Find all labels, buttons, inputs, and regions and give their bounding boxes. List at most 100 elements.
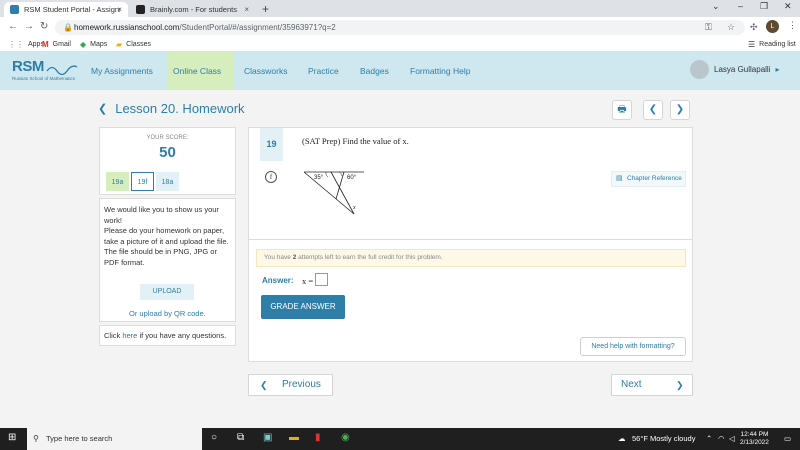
answer-variable: x = [302,276,314,286]
nav-classworks[interactable]: Classworks [238,52,293,90]
attempts-notice: You have 2 attempts left to earn the ful… [256,249,686,267]
weather-icon[interactable]: ☁ [618,434,626,443]
bookmark-maps[interactable]: ◆ Maps [80,40,107,49]
back-icon[interactable]: ← [8,21,18,32]
extensions-icon[interactable]: ✣ [750,22,758,33]
weather-text[interactable]: 56°F Mostly cloudy [632,434,695,443]
nav-online-class[interactable]: Online Class [167,52,234,90]
nav-practice[interactable]: Practice [302,52,345,90]
help-link[interactable]: here [122,331,137,340]
chrome-icon[interactable]: ◉ [341,432,350,443]
browser-tab-bar: RSM Student Portal - Assignment × Brainl… [0,0,800,17]
nav-formatting-help[interactable]: Formatting Help [404,52,476,90]
nav-my-assignments[interactable]: My Assignments [85,52,159,90]
profile-avatar[interactable]: L [766,20,779,33]
grade-answer-button[interactable]: GRADE ANSWER [261,295,345,319]
notification-icon[interactable]: ▭ [784,434,791,443]
previous-button[interactable]: ❮ Previous [248,374,333,396]
tab-rsm-portal[interactable]: RSM Student Portal - Assignment × [4,2,128,17]
next-question-button[interactable]: ❯ [670,100,690,120]
question-number: 19 [260,128,283,161]
bookmark-classes[interactable]: ▰ Classes [116,40,151,49]
browser-menu-icon[interactable]: ⋮ [788,20,797,31]
upload-button[interactable]: UPLOAD [140,284,194,300]
chevron-right-icon: ❯ [676,380,684,390]
angle-label-35: 35° [314,175,324,181]
prev-question-button[interactable]: ❮ [643,100,663,120]
cortana-icon[interactable]: ○ [211,432,217,443]
tray-chevron-icon[interactable]: ⌃ [706,434,712,443]
user-avatar [690,60,709,79]
answer-input[interactable] [315,273,328,286]
site-header: RSM Russian School of Mathematics My Ass… [0,52,800,90]
clock[interactable]: 12:44 PM 2/13/2022 [740,431,769,447]
tab-title: Brainly.com - For students [150,5,237,14]
volume-icon[interactable]: ◁ [729,434,735,443]
answer-label: Answer: [262,276,294,285]
question-prompt: (SAT Prep) Find the value of x. [302,136,409,146]
formatting-help-button[interactable]: Need help with formatting? [580,337,686,356]
reading-list-icon: ☰ [748,40,756,49]
tab-brainly[interactable]: Brainly.com - For students × [130,2,255,17]
office-icon[interactable]: ▮ [315,432,321,443]
apps-grid-icon: ⋮⋮ [8,40,24,49]
minimize-icon[interactable]: – [738,1,743,11]
new-tab-button[interactable]: + [262,2,269,16]
folder-icon: ▰ [116,40,123,49]
upload-instructions: We would like you to show us your work! … [104,205,229,267]
rsm-favicon-icon [10,5,19,14]
triangle-figure: 35° 60° x [303,171,364,215]
nav-badges[interactable]: Badges [354,52,395,90]
task-view-icon[interactable]: ⧉ [237,432,244,443]
bookmark-apps[interactable]: ⋮⋮ Apps [8,40,44,49]
logo-wave-icon [46,65,78,76]
search-icon: ⚲ [33,434,39,443]
question-tab-19f[interactable]: 19f [131,172,154,191]
user-menu[interactable]: Lasya Gullapalli ▸ [690,60,780,79]
url-text: homework.russianschool.com/StudentPortal… [74,23,336,32]
back-chevron-icon[interactable]: ❮ [98,102,107,115]
help-text: Click here if you have any questions. [104,331,227,340]
windows-start-icon[interactable]: ⊞ [8,432,16,443]
angle-label-x: x [352,205,356,211]
bookmark-gmail[interactable]: M Gmail [42,40,71,49]
store-icon[interactable]: ▣ [263,432,272,443]
window-close-icon[interactable]: ✕ [784,1,792,12]
close-tab-icon[interactable]: × [244,5,249,14]
question-tab-19a[interactable]: 19a [106,172,129,191]
forward-icon[interactable]: → [24,21,34,32]
address-bar-row: ← → ↻ 🔒 homework.russianschool.com/Stude… [0,17,800,38]
qr-upload-link[interactable]: Or upload by QR code. [129,309,206,318]
bookmark-star-icon[interactable]: ☆ [727,22,735,33]
lock-icon: 🔒 [63,23,73,32]
url-input[interactable]: 🔒 homework.russianschool.com/StudentPort… [55,20,745,35]
brainly-favicon-icon [136,5,145,14]
f-badge[interactable]: f [265,171,277,183]
key-icon[interactable]: ⚿ [705,22,712,33]
chevron-left-icon: ❮ [260,380,268,390]
question-tab-18a[interactable]: 18a [156,172,179,191]
tab-search-icon[interactable]: ⌄ [712,1,720,12]
card-divider [248,239,692,240]
file-explorer-icon[interactable]: ▬ [289,432,299,443]
chapter-reference-button[interactable]: ▤ Chapter Reference [611,171,686,187]
rsm-logo[interactable]: RSM Russian School of Mathematics [12,58,78,81]
question-card [248,127,693,362]
wifi-icon[interactable]: ◠ [718,434,725,443]
angle-label-60: 60° [347,175,357,181]
reading-list[interactable]: ☰ Reading list [748,40,796,49]
reload-icon[interactable]: ↻ [40,21,48,32]
bookmarks-bar: ⋮⋮ Apps M Gmail ◆ Maps ▰ Classes ☰ Reading li… [0,38,800,52]
lesson-header: ❮ Lesson 20. Homework [98,101,245,116]
print-button[interactable]: 🖶 [612,100,632,120]
taskbar: ⊞ ⚲ Type here to search ○ ⧉ ▣ ▬ ▮ ◉ ☁ 56… [0,428,800,450]
tab-title: RSM Student Portal - Assignment [24,5,120,14]
caret-right-icon: ▸ [775,65,780,74]
next-button[interactable]: Next ❯ [611,374,693,396]
close-tab-icon[interactable]: × [117,5,122,14]
printer-icon: 🖶 [617,104,627,115]
taskbar-search-input[interactable]: ⚲ Type here to search [27,428,202,450]
maximize-icon[interactable]: ❐ [760,1,768,12]
maps-icon: ◆ [80,40,87,49]
chevron-right-icon: ❯ [675,104,685,115]
